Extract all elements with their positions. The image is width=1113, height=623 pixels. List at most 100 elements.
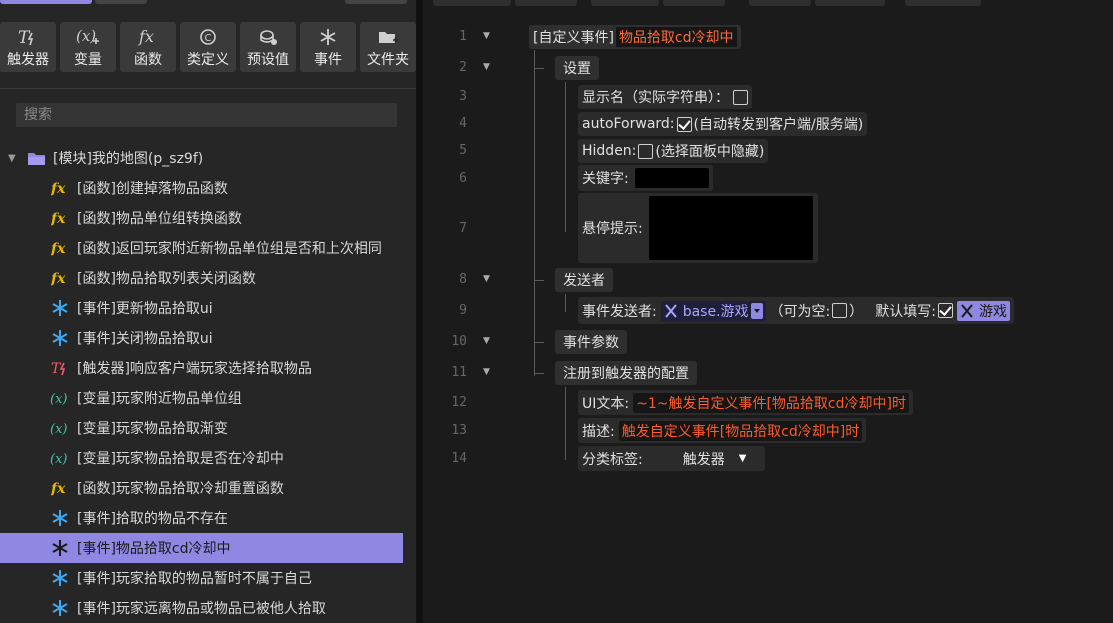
hidden-checkbox[interactable] xyxy=(638,143,654,159)
variable-button[interactable]: (x) 变量 xyxy=(60,22,116,72)
chevron-down-icon[interactable]: ▼ xyxy=(8,153,18,164)
chevron-down-icon[interactable]: ▼ xyxy=(739,453,747,464)
line-number: 1 xyxy=(459,29,467,44)
tooltip-input[interactable] xyxy=(648,196,813,260)
sender-label: 事件发送者: xyxy=(582,303,657,320)
svg-text:(x): (x) xyxy=(50,392,67,407)
tree-item[interactable]: fx [函数]物品拾取列表关闭函数 xyxy=(0,263,403,293)
category-label: 分类标签: xyxy=(582,451,643,468)
tree-item-label: [函数]物品拾取列表关闭函数 xyxy=(77,271,256,287)
tree-item[interactable]: [事件]更新物品拾取ui xyxy=(0,293,403,323)
ui-text-input[interactable]: ~1~触发自定义事件[物品拾取cd冷却中]时 xyxy=(633,392,909,413)
sender-section[interactable]: 发送者 xyxy=(555,268,613,292)
tree-item[interactable]: (x) [变量]玩家物品拾取渐变 xyxy=(0,413,403,443)
default-value-select[interactable]: 游戏 xyxy=(956,300,1010,321)
fold-icon[interactable]: ▼ xyxy=(483,62,490,72)
nullable-checkbox[interactable] xyxy=(832,303,848,318)
hidden-label: Hidden: xyxy=(582,143,637,159)
event-button-label: 事件 xyxy=(314,52,342,68)
line-number: 5 xyxy=(459,143,467,158)
class-button[interactable]: C 类定义 xyxy=(180,22,236,72)
event-icon xyxy=(50,568,70,588)
settings-section[interactable]: 设置 xyxy=(555,56,599,80)
trigger-button[interactable]: T 触发器 xyxy=(0,22,56,72)
tree-item[interactable]: (x) [变量]玩家物品拾取是否在冷却中 xyxy=(0,443,403,473)
display-name-label: 显示名（实际字符串）： xyxy=(582,90,729,106)
tree-item[interactable]: [事件]玩家拾取的物品暂时不属于自己 xyxy=(0,563,403,593)
ui-text-label: UI文本: xyxy=(582,395,630,412)
display-name-checkbox[interactable] xyxy=(733,89,748,105)
nullable-close: ） xyxy=(849,303,864,320)
event-button[interactable]: 事件 xyxy=(300,22,356,72)
tree-item[interactable]: fx [函数]返回玩家附近新物品单位组是否和上次相同 xyxy=(0,233,403,263)
tree-root[interactable]: ▼ [模块]我的地图(p_sz9f) xyxy=(0,146,416,170)
chevron-down-icon[interactable] xyxy=(750,302,763,319)
toolbar-stub[interactable] xyxy=(515,0,577,6)
toolbar-stub[interactable] xyxy=(905,0,981,6)
svg-text:fx: fx xyxy=(138,27,154,46)
svg-text:(x): (x) xyxy=(50,422,67,437)
auto-forward-checkbox[interactable] xyxy=(676,116,692,132)
tree-item-label: [事件]更新物品拾取ui xyxy=(77,301,213,317)
fold-icon[interactable]: ▼ xyxy=(483,336,490,346)
tree-item[interactable]: [事件]关闭物品拾取ui xyxy=(0,323,403,353)
tree-item-label: [变量]玩家物品拾取渐变 xyxy=(77,421,228,437)
tree-item-label: [变量]玩家附近物品单位组 xyxy=(77,391,242,407)
tree-item-label: [函数]创建掉落物品函数 xyxy=(77,181,228,197)
search-input[interactable]: 搜索 xyxy=(16,103,397,127)
category-value[interactable]: 触发器 xyxy=(683,449,725,469)
folder-button[interactable]: 文件夹 xyxy=(360,22,416,72)
tree-item-label: [事件]关闭物品拾取ui xyxy=(77,331,213,347)
tree-item[interactable]: [事件]拾取的物品不存在 xyxy=(0,503,403,533)
fold-icon[interactable]: ▼ xyxy=(483,367,490,377)
toolbar-stub[interactable] xyxy=(433,0,511,6)
toolbar-stub[interactable] xyxy=(663,0,725,6)
tree-item[interactable]: [事件]玩家远离物品或物品已被他人拾取 xyxy=(0,593,403,623)
line-number: 13 xyxy=(451,423,467,438)
params-section[interactable]: 事件参数 xyxy=(555,330,627,354)
tree-item-label: [事件]玩家远离物品或物品已被他人拾取 xyxy=(77,601,326,617)
event-header[interactable]: [自定义事件] 物品拾取cd冷却中 xyxy=(529,25,741,49)
event-header-name[interactable]: 物品拾取cd冷却中 xyxy=(615,27,737,47)
fold-icon[interactable]: ▼ xyxy=(483,31,490,41)
desc-row: 描述: 触发自定义事件[物品拾取cd冷却中]时 xyxy=(578,418,867,443)
class-button-label: 类定义 xyxy=(187,52,229,68)
tree-item[interactable]: [事件]物品拾取cd冷却中 xyxy=(0,533,403,563)
tree-item-label: [函数]玩家物品拾取冷却重置函数 xyxy=(77,481,284,497)
desc-input[interactable]: 触发自定义事件[物品拾取cd冷却中]时 xyxy=(618,420,863,441)
tree-item[interactable]: (x) [变量]玩家附近物品单位组 xyxy=(0,383,403,413)
tab-stub[interactable] xyxy=(95,0,147,4)
tree-item-label: [函数]返回玩家附近新物品单位组是否和上次相同 xyxy=(77,241,382,257)
svg-text:(x): (x) xyxy=(50,452,67,467)
tab-indicator[interactable] xyxy=(0,0,92,4)
fold-icon[interactable]: ▼ xyxy=(483,274,490,284)
keyword-input[interactable] xyxy=(634,168,709,188)
tree-item[interactable]: fx [函数]创建掉落物品函数 xyxy=(0,173,403,203)
panel-divider[interactable] xyxy=(416,0,423,623)
function-icon: fx xyxy=(50,178,70,198)
register-section[interactable]: 注册到触发器的配置 xyxy=(555,361,697,385)
default-fill-checkbox[interactable] xyxy=(937,303,953,318)
tab-stub-right[interactable] xyxy=(345,0,407,4)
tree-item[interactable]: fx [函数]玩家物品拾取冷却重置函数 xyxy=(0,473,403,503)
function-button-label: 函数 xyxy=(134,52,162,68)
trigger-button-label: 触发器 xyxy=(7,52,49,68)
function-icon: fx xyxy=(137,26,159,48)
sender-select[interactable]: base.游戏 xyxy=(660,300,766,321)
function-icon: fx xyxy=(50,238,70,258)
sender-value: base.游戏 xyxy=(682,303,749,320)
variable-icon: (x) xyxy=(50,448,70,468)
event-header-prefix: [自定义事件] xyxy=(533,30,614,46)
tree-item[interactable]: T [触发器]响应客户端玩家选择拾取物品 xyxy=(0,353,403,383)
tree-item-label: [触发器]响应客户端玩家选择拾取物品 xyxy=(77,361,312,377)
line-number: 8 xyxy=(459,272,467,287)
keyword-label: 关键字: xyxy=(582,171,629,187)
toolbar-stub[interactable] xyxy=(815,0,885,6)
preset-button[interactable]: 预设值 xyxy=(240,22,296,72)
toolbar-stub[interactable] xyxy=(749,0,811,6)
tree-item[interactable]: fx [函数]物品单位组转换函数 xyxy=(0,203,403,233)
nullable-label: （可为空: xyxy=(769,303,831,320)
toolbar-stub[interactable] xyxy=(591,0,659,6)
function-button[interactable]: fx 函数 xyxy=(120,22,176,72)
guide-line xyxy=(565,82,566,232)
